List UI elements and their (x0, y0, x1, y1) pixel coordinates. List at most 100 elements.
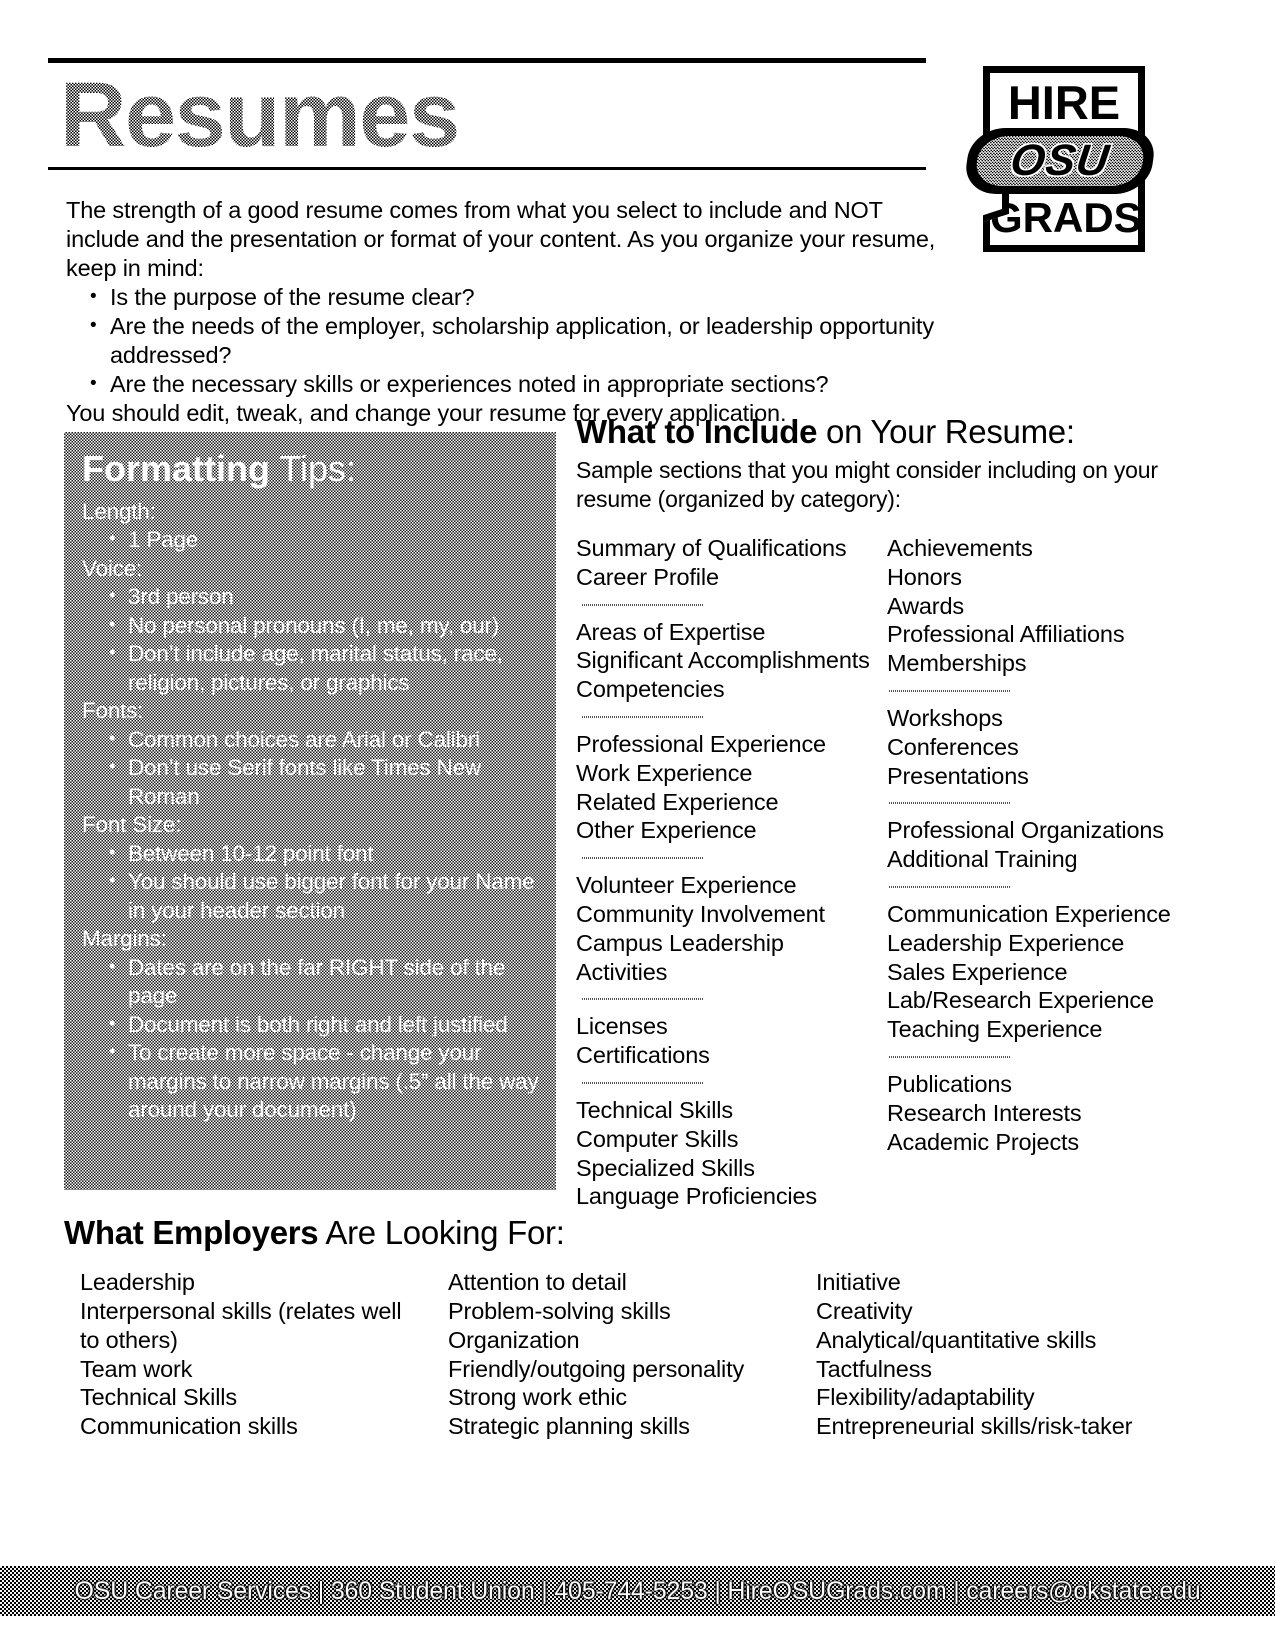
hire-osu-grads-logo: HIRE GRADS OSU (962, 66, 1158, 254)
tip-group-list: Between 10-12 point font You should use … (82, 838, 546, 926)
what-to-include-section: What to Include on Your Resume: Sample s… (576, 413, 1176, 1211)
osu-logo-text: OSU (1007, 136, 1113, 185)
list-item: Memberships (886, 650, 1027, 677)
what-employers-heading-bold: What Employers (64, 1214, 319, 1251)
employers-column-2: Attention to detail Problem-solving skil… (448, 1268, 816, 1441)
list-item: Additional Training (886, 846, 1078, 873)
list-item: Attention to detail (448, 1269, 627, 1296)
page-header: Resumes (48, 58, 928, 170)
employers-column-1: Leadership Interpersonal skills (relates… (80, 1268, 448, 1441)
list-item: Lab/Research Experience (886, 987, 1154, 1014)
list-item: Workshops (886, 704, 1003, 731)
group-divider (582, 603, 704, 606)
list-item: Specialized Skills (576, 1154, 755, 1181)
formatting-tips-heading: Formatting Tips: (64, 432, 556, 492)
list-item: Campus Leadership (576, 929, 784, 956)
include-group: Volunteer Experience Community Involveme… (576, 871, 887, 986)
list-item: Language Proficiencies (576, 1183, 818, 1210)
include-group: Licenses Certifications (576, 1012, 887, 1070)
list-item: Summary of Qualifications (576, 534, 847, 561)
include-group: Communication Experience Leadership Expe… (887, 900, 1176, 1044)
list-item: Certifications (576, 1042, 710, 1069)
list-item: Communication skills (80, 1413, 298, 1440)
tip-group-list: 3rd person No personal pronouns (I, me, … (82, 581, 546, 697)
include-group: Summary of Qualifications Career Profile (576, 534, 887, 592)
list-item: Are the necessary skills or experiences … (90, 369, 956, 399)
group-divider (582, 1081, 704, 1084)
list-item: Licenses (576, 1013, 668, 1040)
list-item: Other Experience (576, 817, 757, 844)
list-item: Career Profile (576, 563, 719, 590)
include-group: Professional Organizations Additional Tr… (887, 816, 1176, 874)
formatting-tips-panel: Formatting Tips: Length: 1 Page Voice: 3… (64, 432, 556, 1190)
group-divider (582, 857, 704, 860)
list-item: Work Experience (576, 759, 753, 786)
list-item: Creativity (816, 1298, 913, 1325)
list-item: Teaching Experience (886, 1016, 1103, 1043)
what-employers-heading-regular: Are Looking For: (318, 1214, 565, 1251)
list-item: Activities (576, 958, 668, 985)
list-item: Areas of Expertise (576, 618, 766, 645)
list-item: Are the needs of the employer, scholarsh… (90, 311, 956, 370)
resume-handout-page: Resumes HIRE GRADS OSU The strength of a… (0, 0, 1275, 1650)
formatting-tips-body: Length: 1 Page Voice: 3rd person No pers… (64, 492, 556, 1125)
list-item: Professional Experience (576, 730, 826, 757)
list-item: Entrepreneurial skills/risk-taker (816, 1413, 1133, 1440)
page-title: Resumes (48, 63, 928, 165)
tip-group-heading: Length: (82, 498, 156, 524)
logo-grads-text: GRADS (990, 194, 1142, 241)
list-item: Computer Skills (576, 1125, 739, 1152)
include-group: Workshops Conferences Presentations (887, 704, 1176, 790)
list-item: Problem-solving skills (448, 1298, 671, 1325)
formatting-tips-heading-bold: Formatting (82, 448, 270, 489)
list-item: Significant Accomplishments (576, 647, 870, 674)
list-item: Initiative (816, 1269, 901, 1296)
list-item: 1 Page (109, 524, 546, 555)
tip-group-list: Common choices are Arial or Calibri Don’… (82, 724, 546, 812)
include-left-column: Summary of Qualifications Career Profile… (576, 534, 887, 1211)
list-item: Don’t use Serif fonts like Times New Rom… (109, 752, 546, 811)
group-divider (888, 885, 1011, 888)
list-item: You should use bigger font for your Name… (109, 866, 546, 925)
list-item: No personal pronouns (I, me, my, our) (109, 610, 546, 641)
tip-group-list: 1 Page (82, 524, 546, 555)
list-item: Document is both right and left justifie… (109, 1009, 546, 1040)
include-right-column: Achievements Honors Awards Professional … (887, 534, 1176, 1211)
list-item: Between 10-12 point font (109, 838, 546, 869)
what-to-include-heading: What to Include on Your Resume: (576, 413, 1176, 451)
include-group: Technical Skills Computer Skills Special… (576, 1096, 887, 1211)
group-divider (582, 715, 704, 718)
formatting-tips-heading-regular: Tips: (269, 448, 357, 489)
list-item: 3rd person (109, 581, 546, 612)
list-item: Honors (886, 563, 962, 590)
list-item: Leadership (80, 1269, 195, 1296)
list-item: Related Experience (576, 788, 779, 815)
intro-paragraph: The strength of a good resume comes from… (66, 197, 936, 281)
group-divider (582, 998, 704, 1001)
intro-bullet-list: Is the purpose of the resume clear? Are … (66, 282, 956, 399)
list-item: Conferences (886, 733, 1019, 760)
tip-group-heading: Font Size: (82, 812, 182, 838)
list-item: Community Involvement (576, 900, 825, 927)
list-item: Professional Organizations (886, 817, 1164, 844)
what-employers-section: What Employers Are Looking For: Leadersh… (64, 1214, 1184, 1441)
include-group: Achievements Honors Awards Professional … (887, 534, 1176, 678)
what-to-include-heading-regular: on Your Resume: (817, 413, 1075, 450)
list-item: Professional Affiliations (886, 621, 1125, 648)
list-item: Is the purpose of the resume clear? (90, 282, 956, 312)
list-item: Research Interests (886, 1099, 1082, 1126)
list-item: Interpersonal skills (relates well (80, 1298, 402, 1325)
logo-hire-text: HIRE (1007, 76, 1121, 129)
list-item: Flexibility/adaptability (816, 1384, 1035, 1411)
list-item: Presentations (886, 762, 1029, 789)
list-item: to others) (80, 1326, 178, 1353)
list-item: Strong work ethic (448, 1384, 628, 1411)
list-item: Publications (886, 1070, 1012, 1097)
list-item: Technical Skills (80, 1384, 237, 1411)
group-divider (888, 689, 1011, 692)
include-group: Areas of Expertise Significant Accomplis… (576, 618, 887, 704)
group-divider (888, 802, 1011, 805)
list-item: Team work (80, 1355, 193, 1382)
list-item: Friendly/outgoing personality (448, 1355, 745, 1382)
list-item: Sales Experience (886, 958, 1068, 985)
